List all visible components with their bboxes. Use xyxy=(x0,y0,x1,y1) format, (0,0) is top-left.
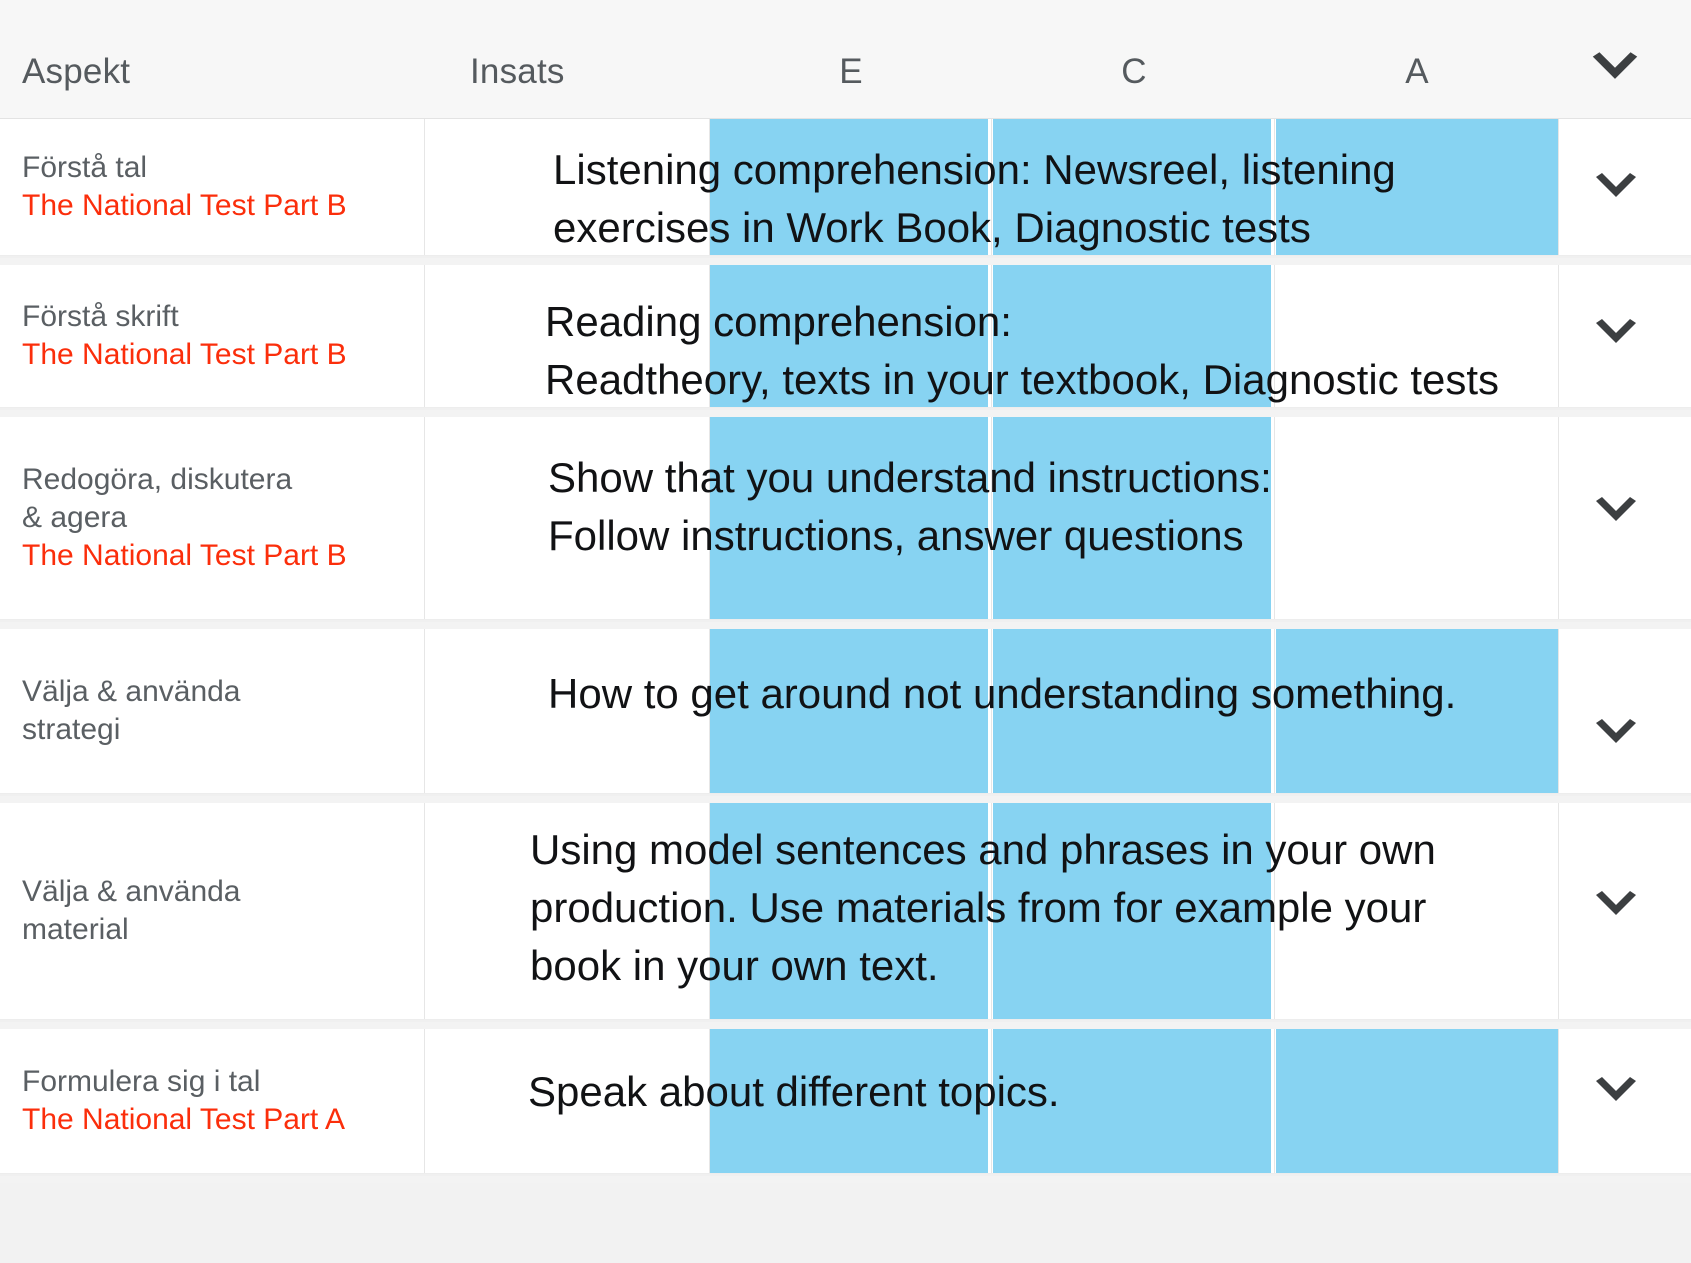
insats-cell[interactable]: How to get around not understanding some… xyxy=(548,665,1456,723)
insats-line: Using model sentences and phrases in you… xyxy=(530,826,1436,873)
aspect-subtitle: The National Test Part A xyxy=(22,1103,345,1136)
chevron-down-icon[interactable] xyxy=(1592,495,1640,531)
insats-cell[interactable]: Show that you understand instructions: Fo… xyxy=(548,449,1272,565)
aspect-subtitle: The National Test Part B xyxy=(22,338,347,371)
aspect-subtitle: The National Test Part B xyxy=(22,539,347,572)
aspect-title: Förstå skrift xyxy=(22,300,179,333)
aspect-title: Välja & använda xyxy=(22,675,241,708)
insats-line: Follow instructions, answer questions xyxy=(548,512,1244,559)
insats-line: exercises in Work Book, Diagnostic tests xyxy=(553,204,1311,251)
column-divider xyxy=(1558,1029,1559,1173)
chevron-down-icon[interactable] xyxy=(1588,50,1642,90)
insats-cell[interactable]: Using model sentences and phrases in you… xyxy=(530,821,1436,995)
column-divider xyxy=(1558,265,1559,407)
insats-line: How to get around not understanding some… xyxy=(548,670,1457,717)
column-header-aspekt[interactable]: Aspekt xyxy=(22,52,130,92)
table-row[interactable]: Välja & använda strategi How to get around… xyxy=(0,629,1691,794)
chevron-down-icon[interactable] xyxy=(1592,1075,1640,1111)
aspect-title: Förstå tal xyxy=(22,151,148,184)
aspect-cell[interactable]: Välja & använda strategi xyxy=(22,673,402,749)
aspect-cell[interactable]: Förstå skrift The National Test Part B xyxy=(22,298,402,374)
column-divider xyxy=(424,265,425,407)
column-divider xyxy=(1558,119,1559,255)
column-divider xyxy=(1274,417,1275,619)
column-divider xyxy=(1558,803,1559,1019)
chevron-down-icon[interactable] xyxy=(1592,317,1640,353)
column-divider xyxy=(424,629,425,793)
insats-cell[interactable]: Reading comprehension: Readtheory, texts … xyxy=(545,293,1499,409)
column-divider xyxy=(424,1029,425,1173)
chevron-down-icon[interactable] xyxy=(1592,717,1640,753)
aspect-title: Välja & använda xyxy=(22,875,241,908)
insats-line: book in your own text. xyxy=(530,942,939,989)
table-row[interactable]: Formulera sig i tal The National Test Par… xyxy=(0,1029,1691,1174)
assessment-matrix-table: Aspekt Insats E C A Förstå tal The Nation… xyxy=(0,0,1691,1263)
column-header-a[interactable]: A xyxy=(1276,52,1558,92)
insats-cell[interactable]: Listening comprehension: Newsreel, liste… xyxy=(553,141,1396,257)
aspect-title-line2: strategi xyxy=(22,713,121,746)
aspect-subtitle: The National Test Part B xyxy=(22,189,347,222)
column-divider xyxy=(1558,629,1559,793)
row-separator xyxy=(0,1019,1691,1029)
column-header-c[interactable]: C xyxy=(993,52,1275,92)
column-divider xyxy=(424,803,425,1019)
aspect-title: Formulera sig i tal xyxy=(22,1065,261,1098)
row-separator xyxy=(0,619,1691,629)
level-cell-a[interactable] xyxy=(1276,1029,1558,1173)
table-row[interactable]: Förstå tal The National Test Part B Listen… xyxy=(0,119,1691,256)
column-divider xyxy=(1558,417,1559,619)
table-row[interactable]: Förstå skrift The National Test Part B Rea… xyxy=(0,265,1691,408)
aspect-cell[interactable]: Välja & använda material xyxy=(22,873,402,949)
aspect-cell[interactable]: Formulera sig i tal The National Test Par… xyxy=(22,1063,402,1139)
row-separator xyxy=(0,793,1691,803)
aspect-title-line2: & agera xyxy=(22,501,128,534)
row-separator xyxy=(0,1173,1691,1183)
aspect-title-line2: material xyxy=(22,913,129,946)
insats-line: Speak about different topics. xyxy=(528,1068,1060,1115)
column-header-e[interactable]: E xyxy=(710,52,992,92)
insats-line: production. Use materials from for examp… xyxy=(530,884,1427,931)
insats-cell[interactable]: Speak about different topics. xyxy=(528,1063,1060,1121)
table-row[interactable]: Välja & använda material Using model sente… xyxy=(0,803,1691,1020)
table-row[interactable]: Redogöra, diskutera & agera The National T… xyxy=(0,417,1691,620)
column-divider xyxy=(1274,1029,1275,1173)
table-header-row: Aspekt Insats E C A xyxy=(0,0,1691,119)
insats-line: Readtheory, texts in your textbook, Diag… xyxy=(545,356,1500,403)
insats-line: Show that you understand instructions: xyxy=(548,454,1272,501)
insats-line: Reading comprehension: xyxy=(545,298,1012,345)
insats-line: Listening comprehension: Newsreel, liste… xyxy=(553,146,1396,193)
aspect-cell[interactable]: Förstå tal The National Test Part B xyxy=(22,149,402,225)
column-divider xyxy=(424,119,425,255)
chevron-down-icon[interactable] xyxy=(1592,889,1640,925)
column-header-insats[interactable]: Insats xyxy=(470,52,565,92)
aspect-title: Redogöra, diskutera xyxy=(22,463,293,496)
chevron-down-icon[interactable] xyxy=(1592,171,1640,207)
column-divider xyxy=(424,417,425,619)
aspect-cell[interactable]: Redogöra, diskutera & agera The National T… xyxy=(22,461,402,575)
